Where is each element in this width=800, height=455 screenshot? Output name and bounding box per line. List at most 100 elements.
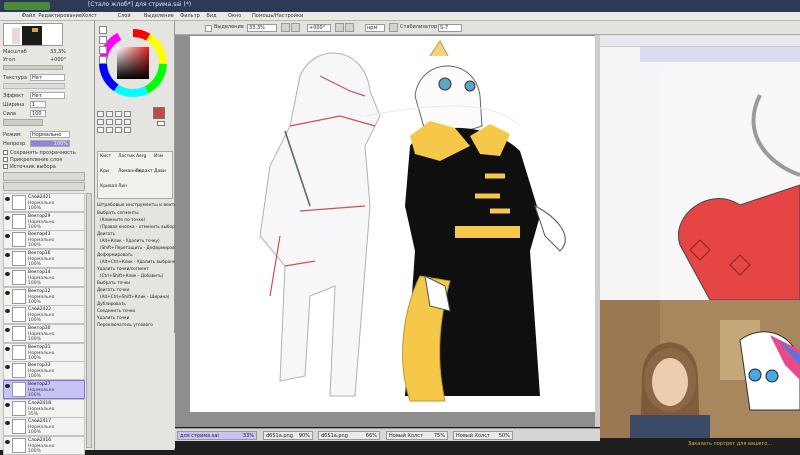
menu-item[interactable]: Файл	[22, 13, 36, 19]
eye-icon[interactable]	[5, 234, 10, 239]
document-tab[interactable]: для стрима.sai 33%	[177, 431, 257, 440]
width-field[interactable]: 1	[30, 101, 46, 108]
layer-row[interactable]: Слой2418 Нормально 35%	[3, 398, 85, 418]
texture-select[interactable]: Нет	[30, 74, 65, 81]
texture-options[interactable]	[3, 83, 65, 89]
blend-mode-select[interactable]: Нормально	[30, 131, 70, 138]
angle-select[interactable]: +000°	[307, 24, 331, 32]
primary-color-swatch[interactable]	[153, 107, 165, 119]
eye-icon[interactable]	[5, 309, 10, 314]
layer-row[interactable]: Слой2417 Нормально 100%	[3, 417, 85, 437]
vector-help-item[interactable]: Выбрать сегменты	[97, 210, 139, 215]
show-selection-checkbox[interactable]	[205, 25, 212, 32]
menu-item[interactable]: Помощь/Настройки	[252, 13, 303, 19]
palette-button[interactable]	[99, 56, 107, 64]
vector-help-item[interactable]: Удалить точки	[97, 315, 129, 320]
layer-row[interactable]: Слой2422 Нормально 100%	[3, 305, 85, 325]
clip-layer-checkbox[interactable]	[3, 157, 8, 162]
document-tab[interactable]: Новый Холст 75%	[386, 431, 448, 440]
menu-item[interactable]: Вид	[206, 13, 216, 19]
rotate-left-button[interactable]	[335, 23, 344, 32]
selection-tool-icon[interactable]	[115, 127, 122, 133]
tool-button[interactable]: Дави	[154, 169, 166, 174]
eye-icon[interactable]	[5, 197, 10, 201]
eye-icon[interactable]	[5, 440, 10, 445]
selection-tool-icon[interactable]	[115, 111, 122, 117]
layer-row[interactable]: Вектор14 Нормально 100%	[3, 267, 85, 287]
eye-icon[interactable]	[5, 253, 10, 258]
selection-tool-icon[interactable]	[97, 111, 104, 117]
zoom-select[interactable]: 33,3%	[247, 24, 277, 32]
selection-tool-icon[interactable]	[115, 119, 122, 125]
tool-button[interactable]: Редакт	[136, 169, 153, 174]
rotate-right-button[interactable]	[345, 23, 354, 32]
eye-icon[interactable]	[5, 215, 10, 220]
vector-help-item[interactable]: Дублировать	[97, 301, 126, 306]
rgb-slider-button[interactable]	[99, 36, 107, 44]
opacity-slider[interactable]: 100%	[30, 140, 70, 147]
layer-row[interactable]: Вектор16 Нормально 100%	[3, 249, 85, 269]
effect-select[interactable]: Нет	[30, 92, 65, 99]
layer-buttons-row-2[interactable]	[3, 182, 85, 191]
hsv-slider-button[interactable]	[99, 46, 107, 54]
tool-button[interactable]: Кист	[100, 154, 111, 159]
tool-button[interactable]: Кри	[100, 169, 109, 174]
menu-item[interactable]: Фильтр	[180, 13, 200, 19]
selection-tool-icon[interactable]	[124, 127, 131, 133]
document-tab[interactable]: d651a.png 66%	[318, 431, 380, 440]
layer-row[interactable]: Слой2421 Нормально 100%	[3, 193, 85, 212]
tool-button[interactable]: Лин	[118, 184, 127, 189]
menu-item[interactable]: Окно	[228, 13, 241, 19]
tool-button[interactable]: Ластик	[118, 154, 135, 159]
vector-help-item[interactable]: Переключатель углового	[97, 322, 153, 327]
layer-props-buttons[interactable]	[3, 119, 43, 126]
vector-help-item[interactable]: Двигать	[97, 231, 115, 236]
vector-help-item[interactable]: Деформировать	[97, 252, 133, 257]
layer-row[interactable]: Вектор30 Нормально 100%	[3, 323, 85, 343]
navigator-preview[interactable]	[3, 23, 63, 46]
vector-help-item[interactable]: Соединить точки	[97, 308, 135, 313]
eye-icon[interactable]	[5, 346, 10, 351]
selection-tool-icon[interactable]	[97, 119, 104, 125]
layer-row[interactable]: Вектор43 Нормально 100%	[3, 230, 85, 250]
layer-row[interactable]: Вектор33 Нормально 100%	[3, 361, 85, 381]
nav-buttons[interactable]	[3, 65, 63, 70]
selection-tool-icon[interactable]	[106, 111, 113, 117]
eye-icon[interactable]	[5, 421, 10, 426]
drawing-canvas[interactable]	[190, 36, 595, 412]
stabilizer-select[interactable]: S-7	[438, 24, 462, 32]
tool-button[interactable]: Кривая	[100, 184, 117, 189]
secondary-color-swatch[interactable]	[157, 121, 165, 126]
strength-field[interactable]: 100	[30, 110, 46, 117]
selection-tool-icon[interactable]	[106, 119, 113, 125]
selection-tool-icon[interactable]	[124, 111, 131, 117]
protect-alpha-checkbox[interactable]	[3, 150, 8, 155]
menu-item[interactable]: Редактирование	[38, 13, 82, 19]
layer-scrollbar[interactable]	[86, 193, 92, 448]
eye-icon[interactable]	[5, 384, 10, 388]
menu-item[interactable]: Выделение	[144, 13, 174, 19]
flip-button[interactable]	[389, 23, 398, 32]
layer-row[interactable]: Вектор27 Нормально 100%	[3, 380, 85, 399]
eye-icon[interactable]	[5, 290, 10, 295]
eye-icon[interactable]	[5, 271, 10, 276]
eye-icon[interactable]	[5, 327, 10, 332]
selection-tool-icon[interactable]	[106, 127, 113, 133]
layer-buttons-row-1[interactable]	[3, 172, 85, 181]
document-tab[interactable]: d651a.png 90%	[263, 431, 313, 440]
eye-icon[interactable]	[5, 402, 10, 407]
layer-row[interactable]: Вектор31 Нормально 100%	[3, 342, 85, 362]
selection-tool-icon[interactable]	[124, 119, 131, 125]
mode-select[interactable]: нрм	[365, 24, 385, 32]
layer-row[interactable]: Вектор29 Нормально 100%	[3, 211, 85, 231]
document-tab[interactable]: Новый Холст 50%	[453, 431, 513, 440]
selection-tool-icon[interactable]	[97, 127, 104, 133]
vector-help-item[interactable]: Выбрать точки	[97, 280, 130, 285]
vector-help-item[interactable]: Двигать точки	[97, 287, 129, 292]
menu-item[interactable]: Слой	[118, 13, 131, 19]
tool-button[interactable]: Aerg	[136, 154, 146, 159]
tool-button[interactable]: Изм	[154, 154, 163, 159]
menu-item[interactable]: Холст	[82, 13, 97, 19]
layer-row[interactable]: Слой2416 Нормально 100%	[3, 436, 85, 455]
color-wheel-mode-button[interactable]	[99, 26, 107, 34]
